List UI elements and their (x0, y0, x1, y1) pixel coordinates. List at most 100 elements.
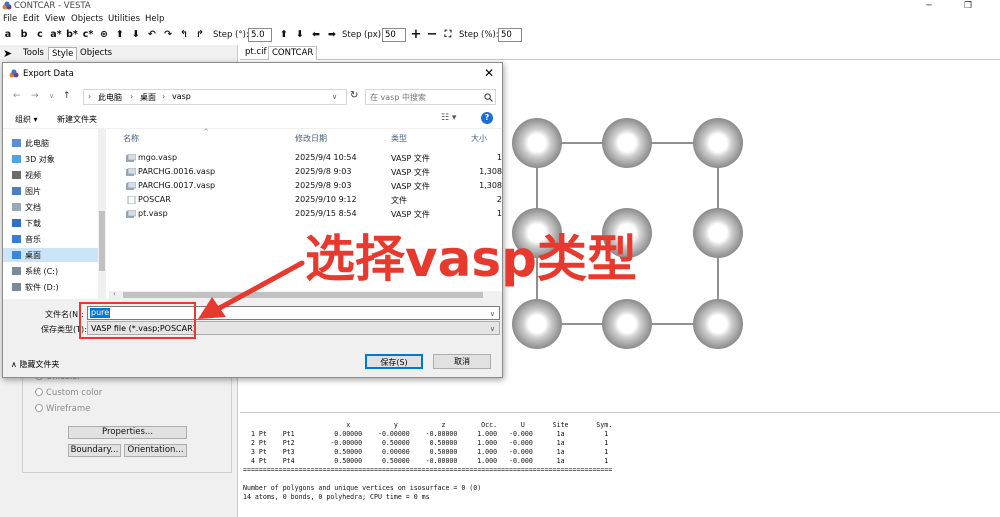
hide-folders-label: 隐藏文件夹 (19, 360, 60, 369)
file-row[interactable]: mgo.vasp 2025/9/4 10:54 VASP 文件 1 (109, 151, 502, 165)
file-row[interactable]: POSCAR 2025/9/10 9:12 文件 2 (109, 193, 502, 207)
arrow-down-icon[interactable]: ⬇ (130, 29, 142, 40)
forward-icon[interactable]: → (31, 91, 39, 101)
chevron-down-icon[interactable]: ∨ (332, 93, 337, 101)
search-box[interactable]: 在 vasp 中搜索 (365, 89, 496, 105)
rotate-right-icon[interactable]: ↷ (162, 29, 174, 40)
nav-downloads[interactable]: 下载 (12, 218, 41, 229)
view-a-button[interactable]: a (2, 29, 14, 40)
menu-file[interactable]: File (3, 14, 17, 24)
column-date[interactable]: 修改日期 (295, 133, 327, 144)
tab-objects[interactable]: Objects (77, 47, 115, 60)
back-icon[interactable]: ← (13, 91, 21, 101)
chevron-down-icon[interactable]: ∨ (49, 92, 54, 100)
nav-label: 此电脑 (25, 139, 49, 148)
menu-objects[interactable]: Objects (71, 14, 103, 24)
nav-label: 下载 (25, 219, 41, 228)
zoom-in-icon[interactable]: + (410, 27, 422, 42)
file-row[interactable]: PARCHG.0016.vasp 2025/9/8 9:03 VASP 文件 1… (109, 165, 502, 179)
nav-3d-objects[interactable]: 3D 对象 (12, 154, 55, 165)
new-folder-button[interactable]: 新建文件夹 (57, 114, 97, 125)
move-down-icon[interactable]: ⬇ (294, 29, 306, 40)
refresh-icon[interactable]: ↻ (350, 90, 358, 101)
view-options-icon[interactable]: ☷ ▾ (441, 113, 456, 123)
menu-utilities[interactable]: Utilities (108, 14, 140, 24)
column-name[interactable]: 名称 (123, 133, 139, 144)
pictures-icon (12, 187, 21, 195)
hide-folders-toggle[interactable]: ∧ 隐藏文件夹 (11, 359, 59, 370)
save-button[interactable]: 保存(S) (365, 354, 423, 369)
nav-drive-d[interactable]: 软件 (D:) (12, 282, 59, 293)
view-a-star-button[interactable]: a* (50, 29, 62, 40)
arrow-up-icon[interactable]: ⬆ (114, 29, 126, 40)
help-icon[interactable]: ? (481, 112, 493, 124)
menu-edit[interactable]: Edit (23, 14, 39, 24)
step-px-label: Step (px): (342, 30, 384, 40)
chevron-down-icon[interactable]: ∨ (490, 323, 495, 335)
breadcrumb-vasp[interactable]: vasp (172, 92, 191, 101)
column-type[interactable]: 类型 (391, 133, 407, 144)
scroll-left-icon[interactable]: ‹ (113, 290, 116, 298)
restore-button[interactable]: ❐ (955, 0, 981, 13)
radio-wireframe[interactable]: Wireframe (35, 404, 90, 414)
file-type: VASP 文件 (391, 210, 430, 219)
step-pct-input[interactable]: 50 (498, 28, 522, 42)
address-bar[interactable]: › 此电脑 › 桌面 › vasp ∨ (83, 89, 347, 105)
tab-contcar[interactable]: CONTCAR (268, 46, 318, 60)
nav-pictures[interactable]: 图片 (12, 186, 41, 197)
view-c-star-button[interactable]: c* (82, 29, 94, 40)
up-folder-icon[interactable]: ↑ (63, 91, 71, 101)
nav-videos[interactable]: 视频 (12, 170, 41, 181)
breadcrumb-this-pc[interactable]: 此电脑 (98, 92, 122, 103)
menu-help[interactable]: Help (145, 14, 164, 24)
annotation-text: 选择vasp类型 (305, 230, 637, 288)
step-px-input[interactable]: 50 (382, 28, 406, 42)
cancel-button[interactable]: 取消 (433, 354, 491, 369)
menu-view[interactable]: View (45, 14, 65, 24)
orientation-button[interactable]: Orientation... (124, 444, 187, 457)
view-b-button[interactable]: b (18, 29, 30, 40)
file-date: 2025/9/15 8:54 (295, 209, 357, 218)
move-right-icon[interactable]: ➡ (326, 29, 338, 40)
document-tabs: pt.cif CONTCAR (240, 45, 1000, 60)
output-row: 3 Pt Pt3 0.50000 0.00000 0.50000 1.000 -… (243, 448, 609, 456)
nav-desktop[interactable]: 桌面 (3, 248, 98, 262)
nav-scrollbar[interactable] (98, 129, 106, 299)
tab-pt-cif[interactable]: pt.cif (242, 46, 269, 60)
properties-button[interactable]: Properties... (68, 426, 187, 439)
close-icon[interactable]: ✕ (484, 66, 494, 80)
select-cursor-icon[interactable]: ➤ (3, 47, 12, 60)
step-deg-label: Step (°): (213, 30, 249, 40)
rotate-left-icon[interactable]: ↶ (146, 29, 158, 40)
step-deg-input[interactable]: 5.0 (248, 28, 272, 42)
chevron-down-icon[interactable]: ∨ (490, 308, 495, 320)
tab-style[interactable]: Style (48, 47, 78, 60)
zoom-out-icon[interactable]: − (426, 27, 438, 42)
nav-drive-c[interactable]: 系统 (C:) (12, 266, 58, 277)
nav-music[interactable]: 音乐 (12, 234, 41, 245)
organize-button[interactable]: 组织 ▾ (15, 114, 38, 125)
nav-label: 文档 (25, 203, 41, 212)
boundary-button[interactable]: Boundary... (68, 444, 121, 457)
radio-custom-color[interactable]: Custom color (35, 388, 102, 398)
atom-pt (693, 299, 743, 349)
move-up-icon[interactable]: ⬆ (278, 29, 290, 40)
move-left-icon[interactable]: ⬅ (310, 29, 322, 40)
breadcrumb-desktop[interactable]: 桌面 (140, 92, 156, 103)
nav-label: 图片 (25, 187, 41, 196)
tab-tools[interactable]: Tools (20, 47, 47, 60)
view-c-button[interactable]: c (34, 29, 46, 40)
column-size[interactable]: 大小 (471, 133, 487, 144)
globe-icon[interactable]: ⊛ (98, 29, 110, 40)
nav-this-pc[interactable]: 此电脑 (12, 138, 49, 149)
minimize-button[interactable]: ─ (916, 0, 942, 13)
turn-left-icon[interactable]: ↰ (178, 29, 190, 40)
turn-right-icon[interactable]: ↱ (194, 29, 206, 40)
vasp-file-icon (126, 168, 136, 176)
file-row[interactable]: pt.vasp 2025/9/15 8:54 VASP 文件 1 (109, 207, 502, 221)
file-row[interactable]: PARCHG.0017.vasp 2025/9/8 9:03 VASP 文件 1… (109, 179, 502, 193)
scroll-thumb[interactable] (99, 211, 105, 271)
view-b-star-button[interactable]: b* (66, 29, 78, 40)
nav-documents[interactable]: 文档 (12, 202, 41, 213)
fit-view-icon[interactable]: ⛶ (442, 29, 454, 40)
